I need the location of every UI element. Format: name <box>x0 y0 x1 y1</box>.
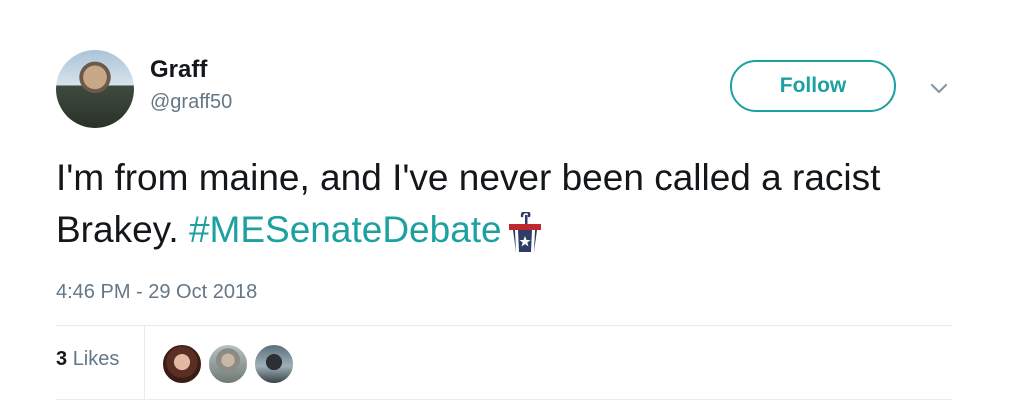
likes-count: 3 <box>56 348 68 370</box>
user-handle[interactable]: @graff50 <box>150 90 232 114</box>
tweet-text: I'm from maine, and I've never been call… <box>56 152 956 266</box>
liker-avatar[interactable] <box>208 344 248 384</box>
divider <box>56 325 952 326</box>
stats-separator <box>144 326 145 399</box>
user-display-name[interactable]: Graff <box>150 56 207 84</box>
likes-count-link[interactable]: 3 Likes <box>56 347 119 371</box>
tweet-timestamp[interactable]: 4:46 PM - 29 Oct 2018 <box>56 280 257 304</box>
likes-label: Likes <box>72 348 120 370</box>
liker-avatar[interactable] <box>162 344 202 384</box>
hashtag-link[interactable]: #MESenateDebate <box>189 209 502 250</box>
more-options-chevron-down-icon[interactable] <box>926 76 952 102</box>
liker-avatar[interactable] <box>254 344 294 384</box>
podium-icon <box>508 210 542 266</box>
likers-avatar-list <box>162 344 300 384</box>
user-avatar[interactable] <box>56 50 134 128</box>
follow-button[interactable]: Follow <box>730 60 896 112</box>
tweet-card: Graff @graff50 Follow I'm from maine, an… <box>0 0 1010 402</box>
divider <box>56 399 952 400</box>
